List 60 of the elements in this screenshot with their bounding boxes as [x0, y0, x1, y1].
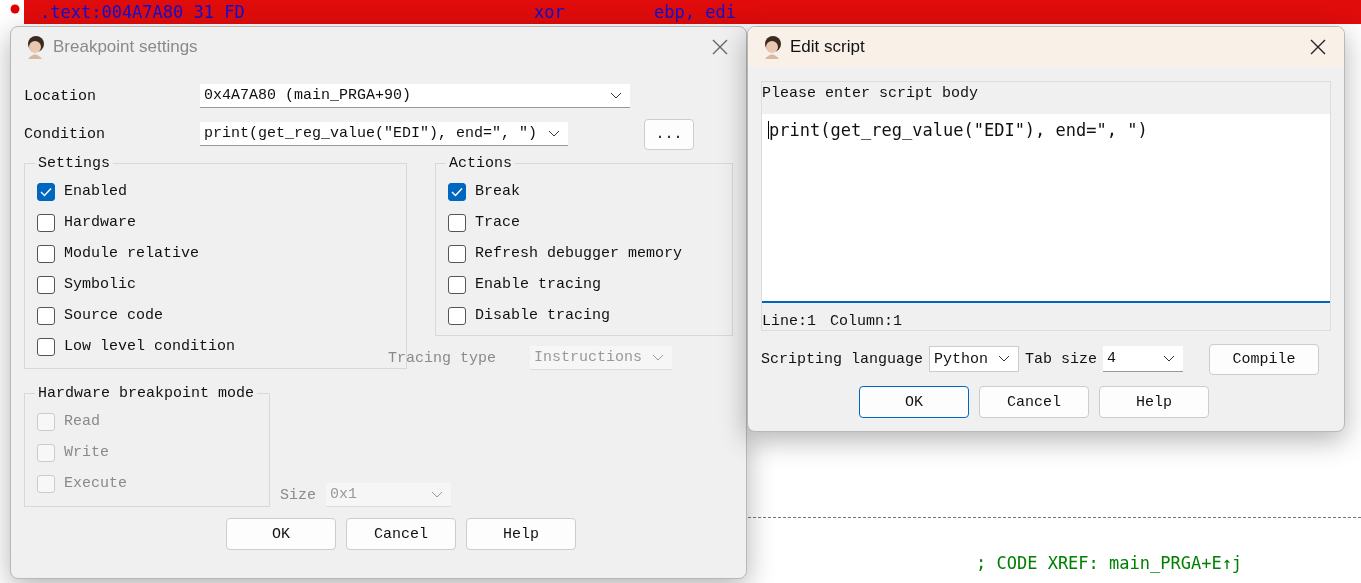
condition-dropdown[interactable]: print(get_reg_value(″EDI″), end=″, ″)	[200, 122, 568, 146]
tab-size-label: Tab size	[1025, 350, 1098, 368]
size-label: Size	[280, 486, 317, 504]
checkbox-label[interactable]: Trace	[475, 214, 520, 231]
checkbox[interactable]	[37, 275, 55, 294]
field-label: Condition	[24, 125, 106, 143]
checkbox-label[interactable]: Disable tracing	[475, 307, 611, 324]
chevron-down-icon	[652, 353, 665, 362]
close-icon[interactable]	[1310, 39, 1326, 55]
checkbox[interactable]	[37, 182, 55, 201]
checkbox[interactable]	[448, 182, 466, 201]
chevron-down-icon	[548, 129, 560, 138]
checkbox-label[interactable]: Low level condition	[64, 338, 236, 355]
checkbox[interactable]	[37, 213, 55, 232]
window-title: Breakpoint settings	[53, 37, 199, 57]
window-title: Edit script	[790, 37, 866, 57]
checkbox[interactable]	[448, 306, 466, 325]
checkbox[interactable]	[37, 244, 55, 263]
location-dropdown[interactable]: 0x4A7A80 (main_PRGA+90)	[200, 84, 630, 108]
checkbox-label[interactable]: Enabled	[64, 183, 127, 200]
dialog-button[interactable]: Help	[1099, 386, 1209, 418]
dialog-button[interactable]: OK	[859, 386, 969, 418]
chevron-down-icon	[610, 91, 622, 100]
line-indicator: Line:1	[762, 313, 816, 330]
checkbox-label[interactable]: Refresh debugger memory	[475, 245, 683, 262]
language-label: Scripting language	[761, 350, 924, 368]
more-button[interactable]: ...	[644, 118, 694, 150]
breakpoint-icon	[10, 4, 20, 14]
checkbox-label[interactable]: Break	[475, 183, 520, 200]
dialog-button[interactable]: OK	[226, 518, 336, 550]
checkbox-label[interactable]: Enable tracing	[475, 276, 602, 293]
checkbox[interactable]	[448, 213, 466, 232]
dialog-button[interactable]: Cancel	[346, 518, 456, 550]
chevron-down-icon	[1163, 354, 1176, 363]
checkbox[interactable]	[448, 275, 466, 294]
column-indicator: Column:1	[830, 313, 903, 330]
dialog-button[interactable]: Cancel	[979, 386, 1089, 418]
group-title: Actions	[448, 155, 513, 172]
checkbox[interactable]	[37, 337, 55, 356]
checkbox[interactable]	[448, 244, 466, 263]
checkbox-label[interactable]: Symbolic	[64, 276, 136, 293]
chevron-down-icon	[431, 490, 444, 499]
compile-button[interactable]: Compile	[1209, 343, 1320, 375]
group-title: Settings	[37, 155, 111, 172]
group-title: Hardware breakpoint mode	[37, 385, 256, 402]
checkmark-icon	[40, 186, 52, 197]
language-dropdown[interactable]: Python	[929, 346, 1020, 372]
xref-comment: ; CODE XREF: main_PRGA+E↑j	[976, 553, 1243, 573]
dialog-button[interactable]: Help	[466, 518, 576, 550]
checkbox[interactable]	[37, 306, 55, 325]
chevron-down-icon	[998, 355, 1011, 363]
checkbox-label[interactable]: Module relative	[64, 245, 200, 262]
tracing-type-label: Tracing type	[388, 349, 497, 367]
checkmark-icon	[451, 186, 463, 197]
field-label: Location	[24, 87, 97, 105]
prompt-text: Please enter script body	[762, 84, 980, 104]
checkbox-label[interactable]: Source code	[64, 307, 164, 324]
checkbox-label[interactable]: Hardware	[64, 214, 136, 231]
tab-size-dropdown[interactable]: 4	[1103, 346, 1184, 372]
script-editor[interactable]: print(get_reg_value("EDI"), end=", ")	[762, 114, 1330, 303]
